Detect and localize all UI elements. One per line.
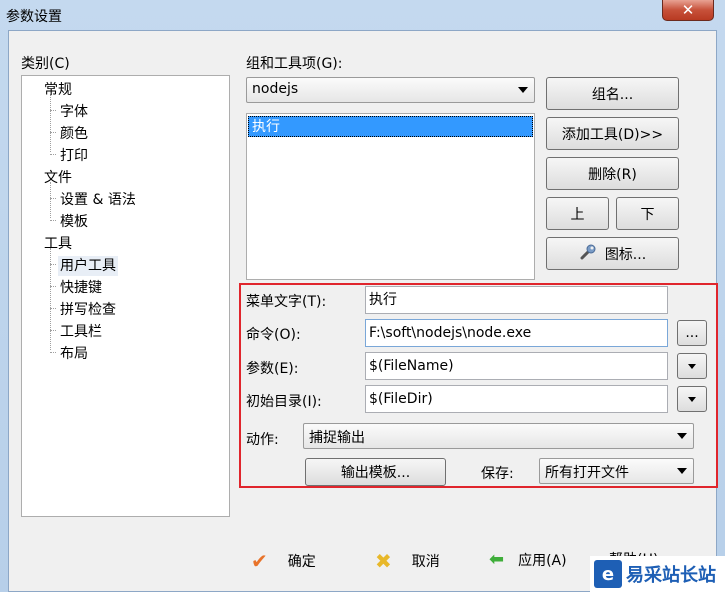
group-select-value: nodejs [252, 81, 299, 97]
tree-line [50, 286, 56, 287]
action-label: 动作: [246, 432, 279, 448]
browse-button[interactable]: ... [677, 320, 707, 346]
tree-line [50, 154, 56, 155]
menu-text-label: 菜单文字(T): [246, 294, 327, 310]
tree-node-color[interactable]: 颜色 [60, 124, 88, 144]
watermark: e 易采站长站 [590, 556, 725, 592]
dir-menu-button[interactable] [677, 386, 707, 412]
window-title: 参数设置 [6, 9, 62, 25]
apply-button[interactable]: ⬅ 应用(A) [489, 549, 567, 570]
watermark-logo: e [594, 560, 622, 588]
chevron-down-icon [677, 468, 687, 474]
tree-node-toolbar[interactable]: 工具栏 [60, 322, 102, 342]
tree-node-template[interactable]: 模板 [60, 212, 88, 232]
tree-line [50, 264, 56, 265]
dialog-window: 参数设置 ✕ 类别(C) 常规 字体 颜色 打印 文件 设置 & 语法 模板 工… [0, 0, 725, 592]
list-item[interactable]: 执行 [248, 116, 533, 137]
tree-line [50, 352, 56, 353]
chevron-down-icon [677, 433, 687, 439]
tree-node-spell-check[interactable]: 拼写检查 [60, 300, 116, 320]
save-select-value: 所有打开文件 [545, 465, 629, 481]
move-up-button[interactable]: 上 [546, 197, 609, 230]
tree-node-layout[interactable]: 布局 [60, 344, 88, 364]
delete-button[interactable]: 删除(R) [546, 157, 679, 190]
dialog-client: 类别(C) 常规 字体 颜色 打印 文件 设置 & 语法 模板 工具 用户工具 … [8, 30, 718, 592]
title-bar: 参数设置 ✕ [0, 0, 725, 30]
cancel-button[interactable]: ✖ 取消 [375, 549, 440, 573]
tree-line [50, 110, 56, 111]
output-template-button[interactable]: 输出模板... [305, 458, 446, 486]
chevron-down-icon [518, 87, 528, 93]
save-label: 保存: [481, 466, 514, 482]
cancel-label: 取消 [411, 554, 440, 570]
ok-button[interactable]: ✔ 确定 [251, 549, 316, 573]
tree-line [50, 308, 56, 309]
close-button[interactable]: ✕ [662, 0, 714, 21]
tree-line [50, 94, 51, 152]
save-select[interactable]: 所有打开文件 [539, 458, 694, 484]
tree-node-tools[interactable]: 工具 [44, 234, 72, 254]
close-icon: ✕ [681, 1, 695, 19]
args-label: 参数(E): [246, 361, 299, 377]
ok-label: 确定 [287, 554, 316, 570]
tree-node-shortcuts[interactable]: 快捷键 [60, 278, 102, 298]
tree-node-font[interactable]: 字体 [60, 102, 88, 122]
tree-node-print[interactable]: 打印 [60, 146, 88, 166]
add-tool-button[interactable]: 添加工具(D)>> [546, 117, 679, 150]
category-label: 类别(C) [21, 56, 70, 72]
tree-line [50, 220, 56, 221]
tree-node-settings-syntax[interactable]: 设置 & 语法 [60, 190, 136, 210]
chevron-down-icon [688, 396, 696, 402]
category-tree[interactable]: 常规 字体 颜色 打印 文件 设置 & 语法 模板 工具 用户工具 快捷键 拼写… [21, 75, 230, 517]
command-label: 命令(O): [246, 327, 301, 343]
args-menu-button[interactable] [677, 353, 707, 379]
cancel-x-icon: ✖ [375, 549, 392, 573]
args-input[interactable]: $(FileName) [365, 352, 668, 380]
command-input[interactable]: F:\soft\nodejs\node.exe [365, 319, 668, 347]
menu-text-input[interactable]: 执行 [365, 286, 668, 314]
dir-input[interactable]: $(FileDir) [365, 385, 668, 413]
action-select[interactable]: 捕捉输出 [303, 423, 694, 449]
tree-line [50, 198, 56, 199]
chevron-down-icon [688, 363, 696, 369]
action-select-value: 捕捉输出 [309, 430, 365, 446]
tree-node-general[interactable]: 常规 [44, 80, 72, 100]
arrow-left-icon: ⬅ [489, 549, 505, 570]
checkmark-icon: ✔ [251, 549, 268, 573]
group-name-button[interactable]: 组名... [546, 77, 679, 110]
tree-node-user-tools[interactable]: 用户工具 [58, 256, 118, 276]
tree-node-file[interactable]: 文件 [44, 168, 72, 188]
dir-label: 初始目录(I): [246, 394, 322, 410]
watermark-text: 易采站长站 [626, 565, 716, 586]
tree-line [50, 132, 56, 133]
tool-list[interactable]: 执行 [246, 113, 535, 280]
group-select[interactable]: nodejs [246, 77, 535, 103]
move-down-button[interactable]: 下 [616, 197, 679, 230]
apply-label: 应用(A) [518, 552, 567, 569]
group-label: 组和工具项(G): [246, 56, 343, 72]
icon-button[interactable]: 图标... [546, 237, 679, 270]
wrench-icon [579, 243, 597, 265]
icon-button-label: 图标... [604, 246, 647, 263]
tree-line [50, 330, 56, 331]
